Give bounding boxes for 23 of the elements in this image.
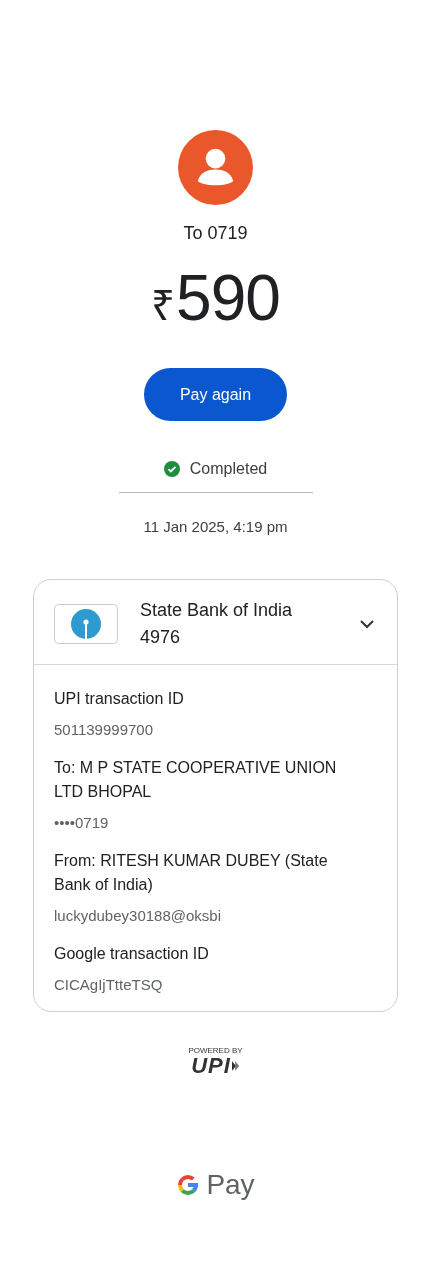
bank-name: State Bank of India: [140, 600, 294, 621]
amount-text: ₹590: [151, 266, 280, 330]
avatar-icon: [178, 130, 253, 205]
date-time: 11 Jan 2025, 4:19 pm: [143, 518, 288, 535]
detail-value: luckydubey30188@oksbi: [54, 907, 222, 924]
powered-by-label: POWERED BY: [188, 1046, 243, 1055]
detail-label: To: M P STATE COOPERATIVE UNION LTD BHOPAL: [54, 758, 337, 802]
upi-arrow-icon: [231, 1060, 240, 1072]
detail-label: Google transaction ID: [54, 944, 210, 964]
detail-value: ••••0719: [54, 814, 110, 831]
detail-label: From: RITESH KUMAR DUBEY (State Bank of India): [54, 851, 329, 895]
pay-logo-text: Pay: [206, 1169, 255, 1201]
detail-value: CICAgIjTtteTSQ: [54, 976, 164, 993]
status-label: Completed: [189, 460, 268, 478]
upi-logo-text: UPI: [191, 1055, 231, 1077]
google-g-icon: [176, 1173, 201, 1197]
bank-logo-icon: [54, 604, 118, 644]
account-number: 4976: [140, 627, 182, 648]
detail-value: 501139999700: [54, 721, 154, 738]
recipient-label: To 0719: [183, 223, 248, 244]
pay-again-button[interactable]: Pay again: [144, 368, 287, 421]
chevron-icon[interactable]: [359, 619, 375, 629]
detail-label: UPI transaction ID: [54, 689, 185, 709]
